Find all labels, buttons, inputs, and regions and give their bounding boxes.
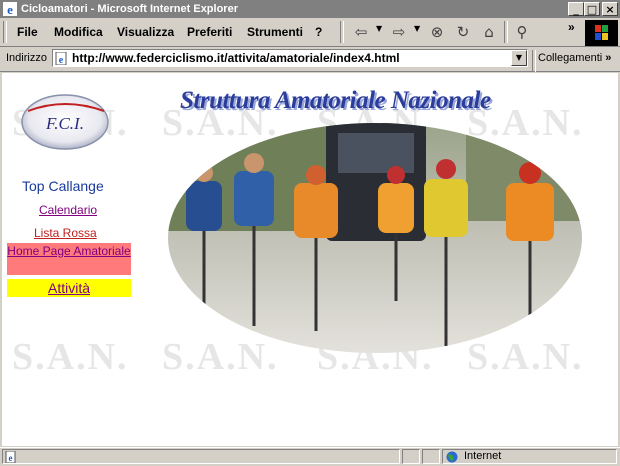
refresh-icon[interactable]: ↻ [454,23,472,41]
address-dropdown[interactable]: ▼ [511,50,527,66]
cyclists-photo [168,123,582,353]
address-label: Indirizzo [6,52,47,64]
ie-logo-icon: e [3,2,17,16]
globe-icon [446,451,458,463]
svg-text:e: e [7,2,13,16]
home-icon[interactable]: ⌂ [480,23,498,41]
logo-text: F.C.I. [45,114,84,133]
svg-text:e: e [59,55,64,65]
forward-dropdown[interactable]: ▼ [414,24,420,33]
status-main: e [2,449,400,464]
page-status-icon: e [5,451,16,463]
status-bar: e Internet [0,447,620,466]
search-icon[interactable]: ⚲ [513,23,531,41]
zone-label: Internet [464,450,502,462]
address-separator [532,50,536,72]
fci-logo: F.C.I. [21,94,109,150]
toolbar-separator-2 [504,21,508,43]
nav-home-link[interactable]: Home Page Amatoriale [7,244,131,258]
address-bar: Indirizzo e http://www.federciclismo.it/… [0,47,620,72]
address-input[interactable]: e http://www.federciclismo.it/attivita/a… [52,49,528,67]
stop-icon[interactable]: ⊗ [428,23,446,41]
page-content: S.A.N. S.A.N. S.A.N. S.A.N. S.A.N. S.A.N… [2,73,618,446]
nav-lista-rossa-link[interactable]: Lista Rossa [34,226,97,240]
page-banner: Struttura Amatoriale Nazionale [180,87,491,114]
svg-text:e: e [9,453,13,463]
status-cell [402,449,420,464]
top-title: Top Callange [22,178,104,194]
maximize-button[interactable]: □ [584,2,600,16]
back-icon[interactable]: ⇦ [352,23,370,41]
menu-strumenti[interactable]: Strumenti [247,25,303,39]
menu-modifica[interactable]: Modifica [54,25,103,39]
menu-visualizza[interactable]: Visualizza [117,25,174,39]
status-zone: Internet [442,449,617,464]
window-title: Cicloamatori - Microsoft Internet Explor… [21,3,238,15]
forward-icon[interactable]: ⇨ [390,23,408,41]
status-cell [422,449,440,464]
page-icon: e [55,52,67,65]
nav-attivita-link[interactable]: Attività [7,280,131,296]
menu-file[interactable]: File [17,25,38,39]
toolbar-separator [340,21,344,43]
address-url: http://www.federciclismo.it/attivita/ama… [72,51,400,65]
toolbar-more[interactable]: » [568,20,575,34]
menu-preferiti[interactable]: Preferiti [187,25,232,39]
close-button[interactable]: × [602,2,618,16]
grip [3,21,7,43]
title-bar: e Cicloamatori - Microsoft Internet Expl… [0,0,620,18]
menu-bar: File Modifica Visualizza Preferiti Strum… [0,18,620,47]
back-dropdown[interactable]: ▼ [376,24,382,33]
links-label[interactable]: Collegamenti » [538,52,611,64]
windows-logo-icon [585,20,618,46]
minimize-button[interactable]: _ [568,2,584,16]
watermark: S.A.N. [12,336,129,378]
nav-calendario-link[interactable]: Calendario [39,203,97,217]
menu-help[interactable]: ? [315,25,322,39]
